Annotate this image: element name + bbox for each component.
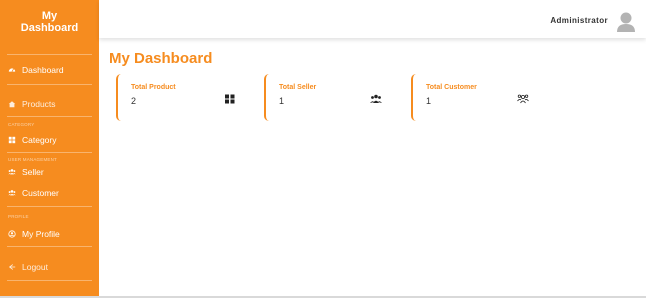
user-name[interactable]: Administrator (550, 16, 608, 25)
sidebar-item-dashboard[interactable]: Dashboard (8, 64, 64, 76)
sidebar-item-products[interactable]: Products (8, 98, 56, 110)
home-icon (8, 100, 16, 108)
sidebar-item-my-profile[interactable]: My Profile (8, 228, 60, 240)
user-circle-icon (8, 230, 16, 238)
grid-icon (224, 91, 236, 104)
sidebar: My Dashboard Dashboard Products CATEGORY… (0, 0, 99, 298)
top-bar: Administrator (99, 0, 646, 38)
card-value: 2 (131, 96, 137, 106)
sidebar-divider (7, 280, 92, 281)
card-value: 1 (426, 96, 432, 106)
page-title: My Dashboard (109, 50, 213, 67)
sidebar-divider (7, 84, 92, 85)
sidebar-item-label: Logout (22, 262, 48, 272)
user-group-outline-icon (517, 91, 529, 104)
sidebar-divider (7, 206, 92, 207)
gauge-icon (8, 66, 16, 74)
card-label: Total Seller (279, 84, 317, 91)
stat-card-total-customer[interactable]: Total Customer 1 (411, 74, 536, 121)
sidebar-divider (7, 152, 92, 153)
brand-line-2: Dashboard (20, 22, 79, 34)
brand-line-1: My (41, 10, 58, 22)
avatar[interactable] (616, 11, 636, 33)
section-label-user-management: USER MANAGEMENT (8, 157, 58, 162)
card-label: Total Customer (426, 84, 477, 91)
users-icon (8, 168, 16, 176)
card-value: 1 (279, 96, 285, 106)
logout-icon (8, 263, 16, 271)
sidebar-item-logout[interactable]: Logout (8, 261, 48, 273)
user-avatar-icon (617, 12, 635, 32)
sidebar-item-seller[interactable]: Seller (8, 166, 44, 178)
stat-card-total-product[interactable]: Total Product 2 (116, 74, 241, 121)
sidebar-divider (7, 116, 92, 117)
sidebar-item-label: Products (22, 99, 56, 109)
grid-icon (8, 136, 16, 144)
sidebar-item-category[interactable]: Category (8, 134, 57, 146)
sidebar-item-label: Dashboard (22, 65, 64, 75)
section-label-profile: PROFILE (8, 214, 29, 219)
stat-card-total-seller[interactable]: Total Seller 1 (264, 74, 389, 121)
sidebar-item-customer[interactable]: Customer (8, 187, 59, 199)
sidebar-item-label: Seller (22, 167, 44, 177)
sidebar-divider (7, 54, 92, 55)
sidebar-item-label: My Profile (22, 229, 60, 239)
section-label-category: CATEGORY (8, 122, 35, 127)
card-label: Total Product (131, 84, 176, 91)
users-icon (370, 91, 382, 103)
sidebar-divider (7, 246, 92, 247)
sidebar-item-label: Customer (22, 188, 59, 198)
users-icon (8, 189, 16, 197)
brand-title[interactable]: My Dashboard (0, 0, 99, 44)
sidebar-item-label: Category (22, 135, 57, 145)
